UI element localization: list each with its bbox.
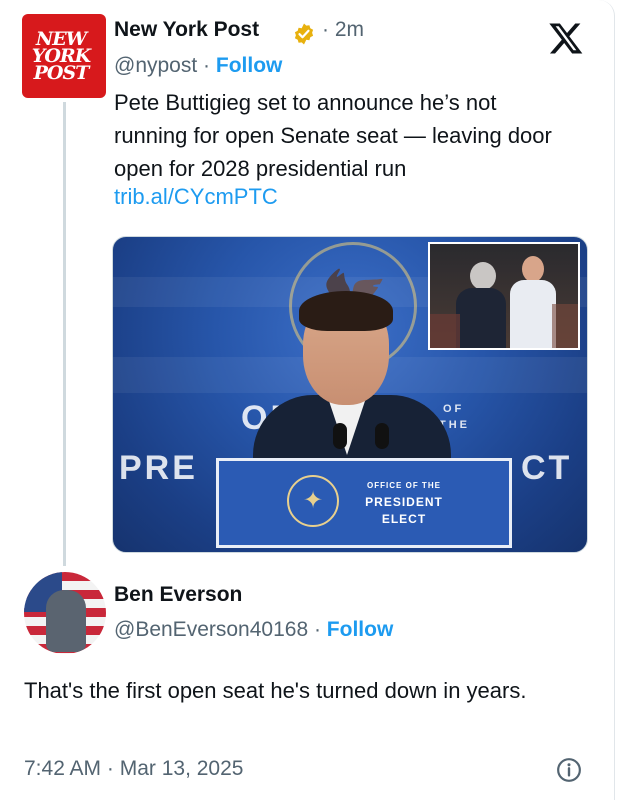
nypost-avatar[interactable]: NEW YORK POST	[22, 14, 106, 98]
podium-seal-icon: ✦	[287, 475, 339, 527]
inset-person-left-body	[456, 288, 506, 348]
reply-follow-button[interactable]: Follow	[327, 618, 394, 641]
podium-sign: OFFICE OF THE PRESIDENT ELECT	[349, 477, 459, 528]
follow-button[interactable]: Follow	[216, 54, 283, 77]
post-body-text: Pete Buttigieg set to announce he’s not …	[114, 90, 552, 181]
reply-body-text: That's the first open seat he's turned d…	[24, 678, 527, 703]
inset-person-right-body	[510, 280, 556, 348]
podium: ✦ OFFICE OF THE PRESIDENT ELECT	[216, 458, 512, 548]
inset-crowd	[552, 304, 578, 348]
podium-line-president: PRESIDENT	[365, 495, 443, 509]
handle-separator: ·	[197, 54, 216, 77]
post-link[interactable]: trib.al/CYcmPTC	[114, 184, 278, 210]
verified-badge-icon	[294, 23, 314, 45]
inset-person-right-head	[522, 256, 544, 282]
reply-author-handle[interactable]: @BenEverson40168	[114, 618, 308, 641]
embedded-post-card: NEW YORK POST New York Post · 2m @nypost…	[0, 0, 615, 800]
inset-photo	[428, 242, 580, 350]
reply-author-avatar[interactable]	[24, 572, 106, 654]
handle-separator: ·	[308, 618, 327, 641]
author-display-name[interactable]: New York Post	[114, 18, 259, 42]
reply-timestamp[interactable]: 7:42 AM · Mar 13, 2025	[24, 757, 243, 781]
author-handle-row: @nypost · Follow	[114, 54, 282, 78]
inset-crowd	[430, 314, 460, 348]
info-icon[interactable]	[556, 757, 582, 783]
avatar-line-post: POST	[33, 61, 90, 84]
post-media-image[interactable]: 🦅 OF OF THE PRE CT ✦ OFFICE OF THE PRESI…	[112, 236, 588, 553]
backdrop-word-small-of: OF	[443, 403, 465, 415]
avatar-figure	[46, 590, 86, 652]
speaker-hair	[299, 291, 393, 331]
podium-line-office: OFFICE OF THE	[367, 481, 441, 490]
x-logo-icon[interactable]	[547, 20, 585, 56]
microphone-right	[375, 423, 389, 449]
reply-author-display-name[interactable]: Ben Everson	[114, 583, 242, 607]
inset-person-left-head	[470, 262, 496, 290]
backdrop-word-ct: CT	[521, 449, 573, 487]
thread-connector-line	[63, 102, 66, 566]
podium-line-elect: ELECT	[381, 512, 427, 526]
post-time-ago[interactable]: · 2m	[322, 18, 364, 42]
author-handle[interactable]: @nypost	[114, 54, 197, 77]
backdrop-word-pre: PRE	[119, 449, 198, 487]
microphone-left	[333, 423, 347, 449]
reply-handle-row: @BenEverson40168 · Follow	[114, 618, 393, 642]
